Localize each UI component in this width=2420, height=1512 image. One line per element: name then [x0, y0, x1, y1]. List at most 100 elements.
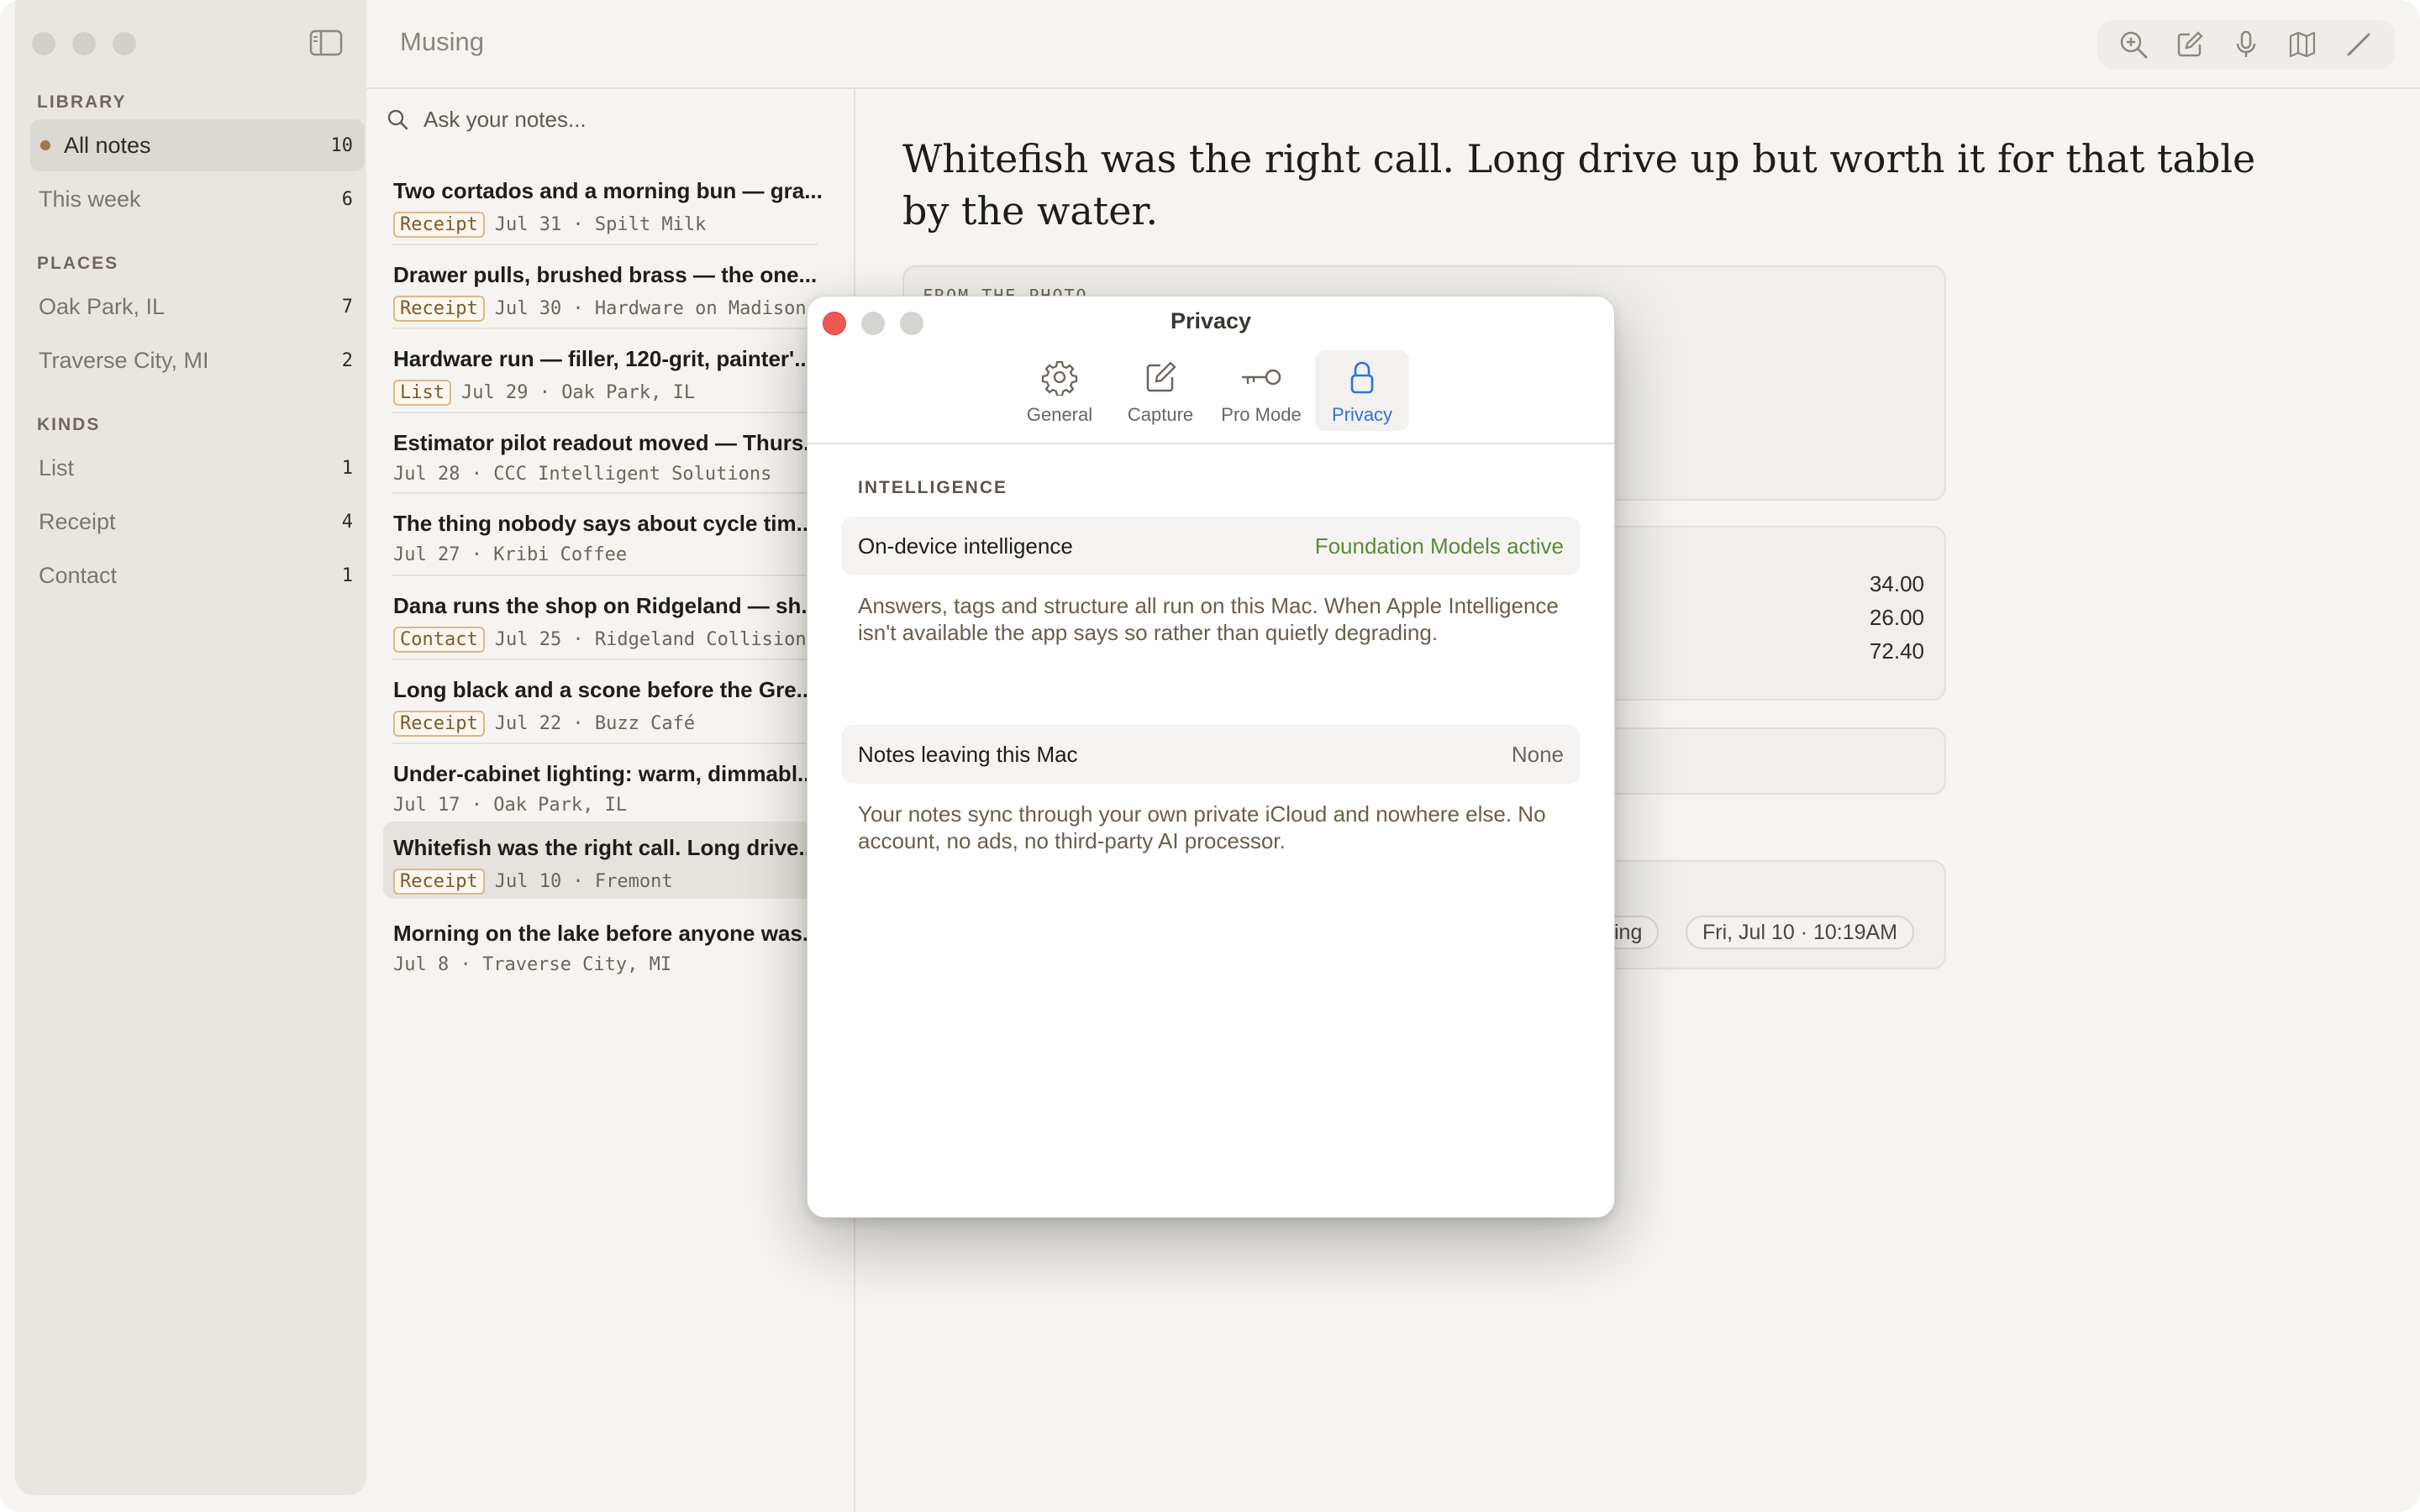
- note-meta: Jul 28 · CCC Intelligent Solutions: [393, 464, 772, 485]
- privacy-settings-dialog: Privacy General Capture Pro Mode Privacy…: [807, 296, 1615, 1218]
- note-meta: Jul 29 · Oak Park, IL: [460, 382, 696, 403]
- note-meta: Jul 10 · Fremont: [494, 871, 673, 892]
- note-title: Morning on the lake before anyone was...: [393, 921, 821, 946]
- sidebar-item-count: 2: [341, 349, 353, 371]
- list-item[interactable]: Under-cabinet lighting: warm, dimmabl...…: [383, 748, 837, 825]
- note-tag: Contact: [393, 627, 485, 653]
- note-title: Long black and a scone before the Gre...: [393, 677, 815, 702]
- tab-privacy[interactable]: Privacy: [1315, 350, 1409, 431]
- sidebar-item-this-week[interactable]: This week 6: [30, 173, 365, 225]
- toolbar: [2097, 20, 2395, 69]
- sidebar-item-count: 4: [341, 511, 353, 533]
- sidebar-item-oak-park[interactable]: Oak Park, IL 7: [30, 281, 365, 333]
- section-header-library: LIBRARY: [37, 92, 127, 112]
- note-title: Under-cabinet lighting: warm, dimmabl...: [393, 761, 816, 786]
- divider: [392, 659, 818, 660]
- sidebar-item-count: 7: [341, 296, 353, 318]
- zoom-in-icon[interactable]: [2117, 28, 2150, 61]
- divider: [392, 328, 818, 329]
- lock-icon: [1350, 361, 1374, 394]
- app-title: Musing: [400, 27, 484, 56]
- key-icon: [1241, 369, 1281, 386]
- setting-label: On-device intelligence: [858, 533, 1073, 559]
- list-item[interactable]: Long black and a scone before the Gre...…: [383, 664, 837, 741]
- section-header-intelligence: INTELLIGENCE: [858, 478, 1008, 497]
- receipt-amount: 26.00: [1869, 605, 1924, 630]
- list-item[interactable]: Morning on the lake before anyone was...…: [383, 907, 837, 984]
- list-item[interactable]: Hardware run — filler, 120-grit, painter…: [383, 333, 837, 410]
- compose-icon[interactable]: [2173, 28, 2207, 61]
- sidebar-item-list[interactable]: List 1: [30, 442, 365, 494]
- search-icon: [387, 109, 408, 130]
- sidebar-item-label: List: [39, 454, 75, 480]
- sidebar-toggle-icon[interactable]: [309, 29, 343, 57]
- section-header-places: PLACES: [37, 254, 119, 273]
- window-controls: [32, 32, 136, 55]
- setting-status: Foundation Models active: [1314, 533, 1564, 559]
- list-item[interactable]: Dana runs the shop on Ridgeland — sh... …: [383, 580, 837, 657]
- search-field[interactable]: Ask your notes...: [387, 102, 840, 136]
- sidebar-item-label: This week: [39, 186, 141, 212]
- microphone-icon[interactable]: [2229, 28, 2263, 61]
- sidebar-item-count: 1: [341, 457, 353, 479]
- tab-label: Pro Mode: [1221, 404, 1302, 425]
- setting-row-notes-leaving: Notes leaving this Mac None: [841, 725, 1581, 784]
- gear-icon: [1041, 360, 1078, 396]
- tab-pro-mode[interactable]: Pro Mode: [1214, 350, 1308, 431]
- tab-label: General: [1026, 404, 1093, 425]
- sidebar-item-count: 6: [341, 188, 353, 210]
- timestamp-chip[interactable]: Fri, Jul 10 · 10:19AM: [1686, 916, 1915, 949]
- note-tag: Receipt: [393, 212, 485, 238]
- receipt-amount: 72.40: [1869, 638, 1924, 664]
- setting-row-on-device-intelligence: On-device intelligence Foundation Models…: [841, 517, 1581, 575]
- note-tag: Receipt: [393, 711, 485, 737]
- selected-bullet-icon: [40, 140, 50, 150]
- divider: [392, 743, 818, 744]
- dialog-title: Privacy: [1170, 308, 1252, 333]
- compose-icon: [1146, 361, 1176, 392]
- note-list: Ask your notes... Two cortados and a mor…: [366, 89, 855, 1512]
- divider: [392, 412, 818, 413]
- map-icon[interactable]: [2286, 28, 2319, 61]
- note-title: Whitefish was the right call. Long drive…: [393, 835, 818, 860]
- tab-label: Capture: [1127, 404, 1194, 425]
- search-input[interactable]: Ask your notes...: [424, 107, 587, 133]
- note-meta: Jul 27 · Kribi Coffee: [393, 544, 628, 565]
- sidebar-item-label: All notes: [64, 132, 151, 158]
- sidebar-item-traverse-city[interactable]: Traverse City, MI 2: [30, 334, 365, 386]
- sidebar-item-label: Traverse City, MI: [39, 347, 209, 373]
- sidebar-item-label: Contact: [39, 562, 118, 588]
- note-tag: List: [393, 380, 451, 406]
- setting-status: None: [1511, 741, 1564, 767]
- divider: [392, 575, 818, 576]
- list-item[interactable]: Estimator pilot readout moved — Thurs...…: [383, 417, 837, 494]
- note-title: Dana runs the shop on Ridgeland — sh...: [393, 593, 820, 618]
- pencil-icon[interactable]: [2342, 28, 2375, 61]
- note-detail-title: Whitefish was the right call. Long drive…: [902, 136, 2256, 234]
- sidebar-item-count: 10: [330, 134, 354, 156]
- list-item-selected[interactable]: Whitefish was the right call. Long drive…: [383, 822, 837, 899]
- sidebar-item-contact[interactable]: Contact 1: [30, 549, 365, 601]
- setting-label: Notes leaving this Mac: [858, 741, 1078, 767]
- note-title: Hardware run — filler, 120-grit, painter…: [393, 346, 813, 371]
- tab-general[interactable]: General: [1013, 350, 1107, 431]
- sidebar-item-count: 1: [341, 564, 353, 586]
- sidebar-item-receipt[interactable]: Receipt 4: [30, 496, 365, 548]
- note-meta: Jul 17 · Oak Park, IL: [393, 795, 628, 816]
- top-bar: Musing: [366, 0, 2420, 89]
- settings-tabs: General Capture Pro Mode Privacy: [808, 350, 1614, 431]
- note-title: Estimator pilot readout moved — Thurs...: [393, 430, 822, 455]
- tab-capture[interactable]: Capture: [1113, 350, 1207, 431]
- sidebar-item-all-notes[interactable]: All notes 10: [30, 119, 365, 171]
- zoom-window-button[interactable]: [113, 32, 136, 55]
- note-meta: Jul 30 · Hardware on Madison: [494, 298, 807, 319]
- list-item[interactable]: Drawer pulls, brushed brass — the one...…: [383, 249, 837, 326]
- divider: [808, 443, 1614, 444]
- setting-description: Answers, tags and structure all run on t…: [858, 593, 1559, 645]
- list-item[interactable]: Two cortados and a morning bun — gra... …: [383, 165, 837, 242]
- list-item[interactable]: The thing nobody says about cycle tim...…: [383, 497, 837, 575]
- note-tag: Receipt: [393, 869, 485, 895]
- note-title: Two cortados and a morning bun — gra...: [393, 178, 823, 203]
- minimize-window-button[interactable]: [72, 32, 96, 55]
- close-window-button[interactable]: [32, 32, 55, 55]
